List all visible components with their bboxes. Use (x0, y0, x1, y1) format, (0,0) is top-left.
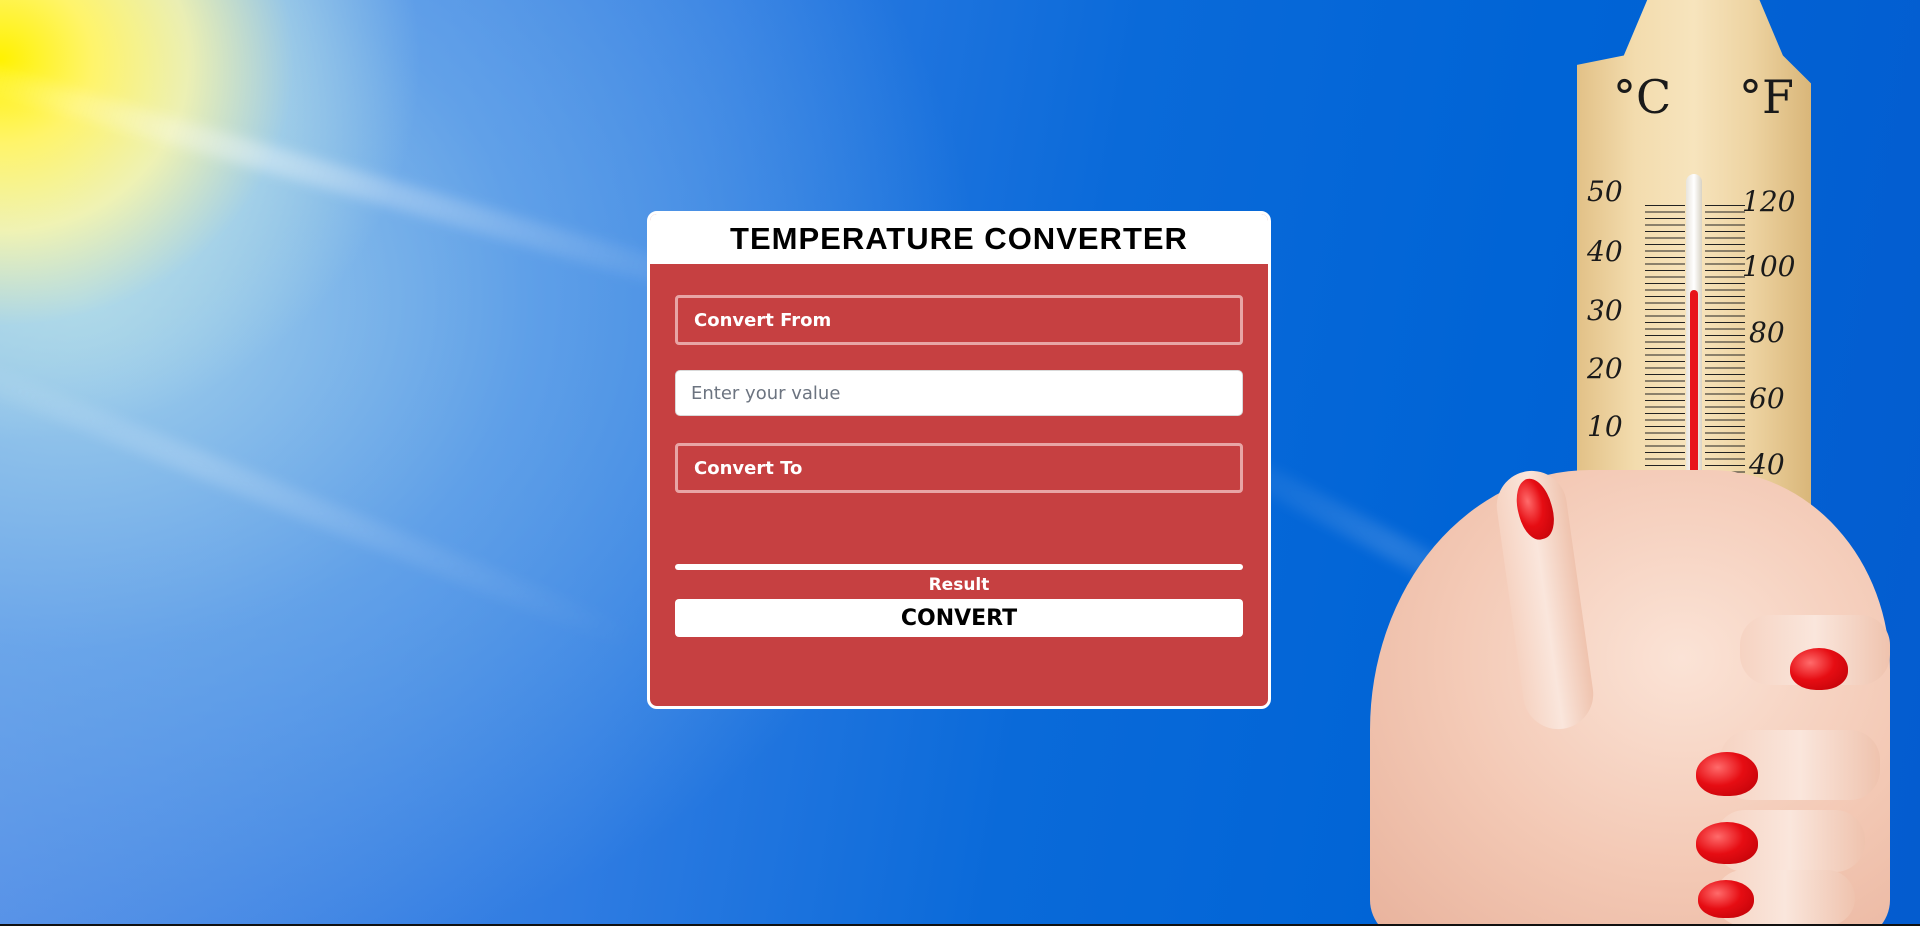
card-header: TEMPERATURE CONVERTER (650, 214, 1268, 264)
convert-button[interactable]: CONVERT (675, 599, 1243, 637)
converter-card: TEMPERATURE CONVERTER Convert From Conve… (647, 211, 1271, 709)
result-divider (675, 564, 1243, 570)
fahrenheit-tick: 100 (1742, 250, 1796, 283)
celsius-tick: 10 (1587, 410, 1623, 443)
convert-from-label: Convert From (694, 309, 832, 331)
convert-from-select[interactable]: Convert From (675, 295, 1243, 345)
result-label: Result (928, 575, 990, 595)
page-title: TEMPERATURE CONVERTER (730, 221, 1188, 256)
fahrenheit-tick: 80 (1749, 316, 1785, 349)
celsius-tick: 30 (1587, 294, 1623, 327)
finger-nail-2 (1696, 752, 1758, 796)
fahrenheit-unit-label: °F (1739, 70, 1794, 124)
celsius-tick: 40 (1587, 235, 1623, 268)
convert-to-select[interactable]: Convert To (675, 443, 1243, 493)
thermometer-illustration: °C °F 50 40 30 20 10 0 10 20 30 40 120 1… (1370, 0, 1920, 926)
finger-nail-3 (1696, 822, 1758, 864)
celsius-tick: 50 (1587, 175, 1623, 208)
fahrenheit-tick: 120 (1742, 185, 1796, 218)
celsius-tick: 20 (1587, 352, 1623, 385)
finger-nail-4 (1698, 880, 1754, 918)
finger-nail-1 (1790, 648, 1848, 690)
convert-to-label: Convert To (694, 457, 803, 479)
sun-ray (0, 330, 647, 655)
value-input[interactable] (675, 370, 1243, 416)
celsius-unit-label: °C (1613, 70, 1672, 124)
fahrenheit-tick: 60 (1749, 382, 1785, 415)
page-background: °C °F 50 40 30 20 10 0 10 20 30 40 120 1… (0, 0, 1920, 926)
